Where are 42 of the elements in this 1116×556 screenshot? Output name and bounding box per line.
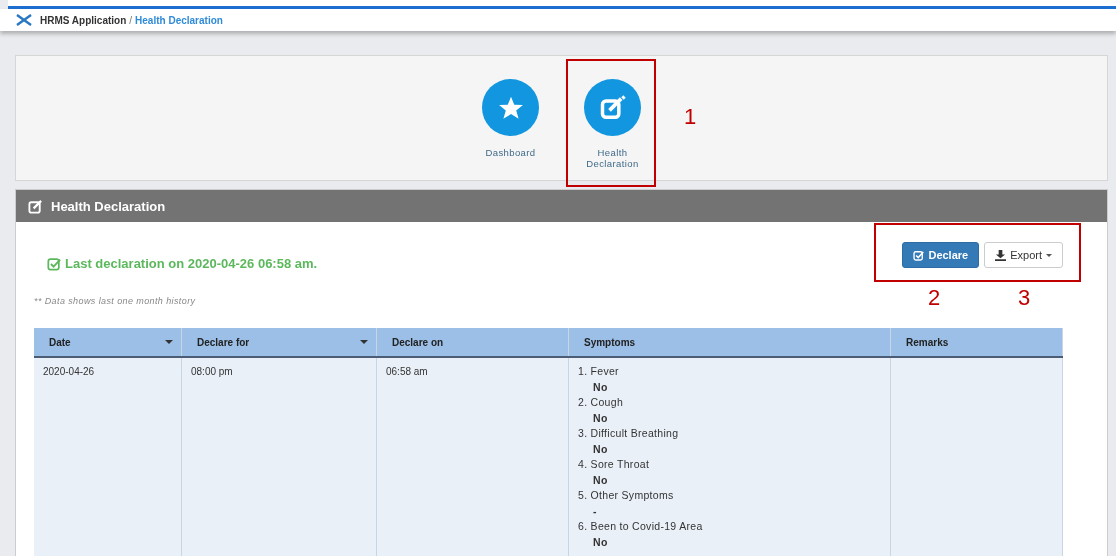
symptom-answer: No [592, 441, 609, 457]
column-header: Declare on [376, 328, 569, 357]
checkbox-icon [47, 256, 61, 271]
last-declaration-text: Last declaration on 2020-04-26 06:58 am. [65, 256, 318, 271]
table-cell: 08:00 pm [181, 357, 377, 556]
symptom-question: 4. Sore Throat [578, 457, 651, 472]
column-header: Symptoms [568, 328, 891, 357]
logo-icon [16, 14, 32, 26]
symptom-question: 1. Fever [578, 364, 620, 379]
column-header[interactable]: Declare for [181, 328, 377, 357]
checkbox-icon [913, 249, 925, 261]
annotation-number: 3 [1018, 285, 1031, 311]
symptom-answer: No [592, 410, 609, 426]
sort-caret-icon [165, 339, 173, 344]
symptom-question: 6. Been to Covid-19 Area [578, 519, 704, 534]
sort-caret-icon [360, 339, 368, 344]
symptom-answer: No [592, 379, 609, 395]
symptom-answer: - [592, 503, 598, 519]
column-header[interactable]: Date [34, 328, 182, 357]
nav-item[interactable]: Dashboard [480, 79, 541, 158]
symptom-question: 2. Cough [578, 395, 624, 410]
annotation-number: 1 [684, 104, 697, 130]
declare-button[interactable]: Declare [902, 242, 980, 268]
panel-title: Health Declaration [51, 198, 166, 214]
table-cell: 06:58 am [376, 357, 569, 556]
export-button[interactable]: Export [984, 242, 1063, 268]
breadcrumb-link[interactable]: HRMS Application [40, 14, 127, 26]
breadcrumb-link[interactable]: Health Declaration [135, 14, 223, 26]
history-note: ** Data shows last one month history [34, 296, 196, 306]
symptom-question: 3. Difficult Breathing [578, 426, 680, 441]
breadcrumb-separator: / [129, 14, 133, 26]
symptom-question: 5. Other Symptoms [578, 488, 675, 503]
caret-icon [1046, 253, 1052, 257]
table-cell: 2020-04-26 [34, 357, 182, 556]
edit-icon [28, 198, 43, 214]
edit-icon [598, 93, 627, 122]
column-header: Remarks [890, 328, 1063, 357]
download-icon [995, 249, 1007, 261]
annotation-number: 2 [928, 285, 941, 311]
symptom-answer: No [592, 534, 609, 550]
symptom-answer: No [592, 472, 609, 488]
nav-item[interactable]: Health Declaration [582, 79, 643, 169]
